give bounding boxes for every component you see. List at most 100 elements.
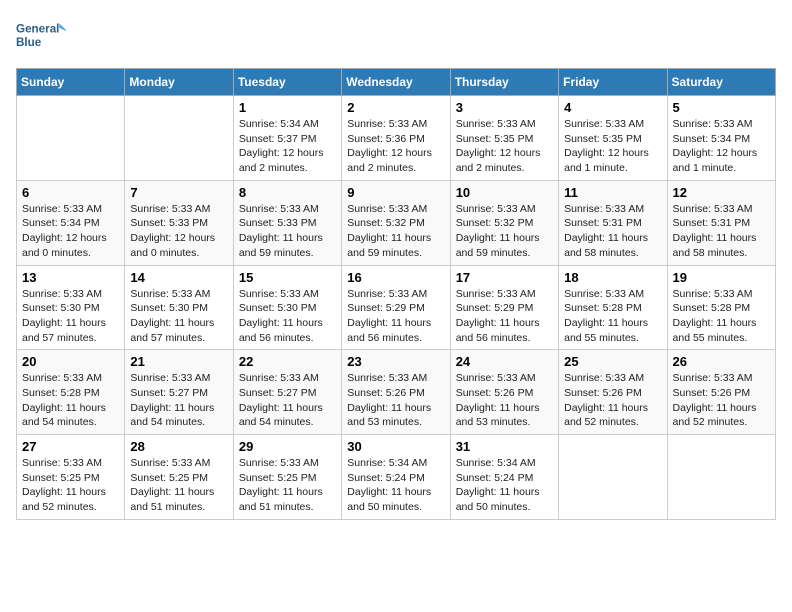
calendar-cell: 8Sunrise: 5:33 AM Sunset: 5:33 PM Daylig…	[233, 180, 341, 265]
header-saturday: Saturday	[667, 69, 775, 96]
day-detail: Sunrise: 5:33 AM Sunset: 5:28 PM Dayligh…	[22, 371, 119, 430]
day-number: 11	[564, 185, 661, 200]
day-detail: Sunrise: 5:33 AM Sunset: 5:30 PM Dayligh…	[22, 287, 119, 346]
header-row: SundayMondayTuesdayWednesdayThursdayFrid…	[17, 69, 776, 96]
calendar-cell: 20 Sunrise: 5:33 AM Sunset: 5:28 PM Dayli…	[17, 350, 125, 435]
day-number: 20	[22, 354, 119, 369]
day-detail: Sunrise: 5:33 AM Sunset: 5:26 PM Dayligh…	[564, 371, 661, 430]
calendar-cell: 1 Sunrise: 5:34 AM Sunset: 5:37 PM Daylig…	[233, 96, 341, 181]
page-header: General Blue	[16, 16, 776, 56]
week-row-3: 13 Sunrise: 5:33 AM Sunset: 5:30 PM Dayli…	[17, 265, 776, 350]
calendar-cell	[559, 435, 667, 520]
day-detail: Sunrise: 5:33 AM Sunset: 5:25 PM Dayligh…	[130, 456, 227, 515]
day-number: 19	[673, 270, 770, 285]
day-number: 3	[456, 100, 553, 115]
day-detail: Sunrise: 5:33 AM Sunset: 5:30 PM Dayligh…	[239, 287, 336, 346]
header-friday: Friday	[559, 69, 667, 96]
calendar-cell: 7 Sunrise: 5:33 AM Sunset: 5:33 PM Daylig…	[125, 180, 233, 265]
day-number: 17	[456, 270, 553, 285]
day-number: 1	[239, 100, 336, 115]
header-thursday: Thursday	[450, 69, 558, 96]
calendar-cell: 15 Sunrise: 5:33 AM Sunset: 5:30 PM Dayli…	[233, 265, 341, 350]
day-number: 27	[22, 439, 119, 454]
calendar-cell: 5 Sunrise: 5:33 AM Sunset: 5:34 PM Daylig…	[667, 96, 775, 181]
day-detail: Sunrise: 5:33 AM Sunset: 5:26 PM Dayligh…	[347, 371, 444, 430]
day-number: 23	[347, 354, 444, 369]
day-detail: Sunrise: 5:33 AM Sunset: 5:36 PM Dayligh…	[347, 117, 444, 176]
calendar-cell	[125, 96, 233, 181]
day-detail: Sunrise: 5:33 AM Sunset: 5:26 PM Dayligh…	[673, 371, 770, 430]
day-number: 28	[130, 439, 227, 454]
day-number: 4	[564, 100, 661, 115]
logo: General Blue	[16, 16, 66, 56]
header-monday: Monday	[125, 69, 233, 96]
day-number: 10	[456, 185, 553, 200]
day-number: 25	[564, 354, 661, 369]
calendar-cell: 22 Sunrise: 5:33 AM Sunset: 5:27 PM Dayli…	[233, 350, 341, 435]
svg-text:General: General	[16, 23, 59, 36]
week-row-2: 6Sunrise: 5:33 AM Sunset: 5:34 PM Daylig…	[17, 180, 776, 265]
day-detail: Sunrise: 5:33 AM Sunset: 5:29 PM Dayligh…	[456, 287, 553, 346]
calendar-cell: 26Sunrise: 5:33 AM Sunset: 5:26 PM Dayli…	[667, 350, 775, 435]
day-detail: Sunrise: 5:33 AM Sunset: 5:25 PM Dayligh…	[22, 456, 119, 515]
calendar-cell: 17 Sunrise: 5:33 AM Sunset: 5:29 PM Dayli…	[450, 265, 558, 350]
calendar-cell: 16 Sunrise: 5:33 AM Sunset: 5:29 PM Dayli…	[342, 265, 450, 350]
calendar-cell: 13 Sunrise: 5:33 AM Sunset: 5:30 PM Dayli…	[17, 265, 125, 350]
week-row-5: 27 Sunrise: 5:33 AM Sunset: 5:25 PM Dayli…	[17, 435, 776, 520]
calendar-cell: 30 Sunrise: 5:34 AM Sunset: 5:24 PM Dayli…	[342, 435, 450, 520]
day-detail: Sunrise: 5:34 AM Sunset: 5:24 PM Dayligh…	[347, 456, 444, 515]
day-detail: Sunrise: 5:33 AM Sunset: 5:27 PM Dayligh…	[239, 371, 336, 430]
calendar-cell: 9 Sunrise: 5:33 AM Sunset: 5:32 PM Daylig…	[342, 180, 450, 265]
day-number: 13	[22, 270, 119, 285]
day-detail: Sunrise: 5:33 AM Sunset: 5:31 PM Dayligh…	[564, 202, 661, 261]
header-wednesday: Wednesday	[342, 69, 450, 96]
calendar-cell: 21 Sunrise: 5:33 AM Sunset: 5:27 PM Dayli…	[125, 350, 233, 435]
calendar-cell	[667, 435, 775, 520]
day-detail: Sunrise: 5:33 AM Sunset: 5:28 PM Dayligh…	[673, 287, 770, 346]
calendar-cell: 14 Sunrise: 5:33 AM Sunset: 5:30 PM Dayli…	[125, 265, 233, 350]
svg-text:Blue: Blue	[16, 36, 42, 49]
header-tuesday: Tuesday	[233, 69, 341, 96]
day-detail: Sunrise: 5:33 AM Sunset: 5:32 PM Dayligh…	[347, 202, 444, 261]
day-number: 6	[22, 185, 119, 200]
day-number: 21	[130, 354, 227, 369]
calendar-cell: 24Sunrise: 5:33 AM Sunset: 5:26 PM Dayli…	[450, 350, 558, 435]
day-number: 2	[347, 100, 444, 115]
calendar-cell: 4Sunrise: 5:33 AM Sunset: 5:35 PM Daylig…	[559, 96, 667, 181]
calendar-cell: 28 Sunrise: 5:33 AM Sunset: 5:25 PM Dayli…	[125, 435, 233, 520]
day-number: 31	[456, 439, 553, 454]
header-sunday: Sunday	[17, 69, 125, 96]
calendar-cell: 23 Sunrise: 5:33 AM Sunset: 5:26 PM Dayli…	[342, 350, 450, 435]
day-number: 7	[130, 185, 227, 200]
day-detail: Sunrise: 5:34 AM Sunset: 5:37 PM Dayligh…	[239, 117, 336, 176]
day-detail: Sunrise: 5:33 AM Sunset: 5:34 PM Dayligh…	[673, 117, 770, 176]
day-detail: Sunrise: 5:33 AM Sunset: 5:33 PM Dayligh…	[130, 202, 227, 261]
day-number: 15	[239, 270, 336, 285]
calendar-cell: 27 Sunrise: 5:33 AM Sunset: 5:25 PM Dayli…	[17, 435, 125, 520]
calendar-cell	[17, 96, 125, 181]
day-detail: Sunrise: 5:34 AM Sunset: 5:24 PM Dayligh…	[456, 456, 553, 515]
day-number: 29	[239, 439, 336, 454]
day-detail: Sunrise: 5:33 AM Sunset: 5:25 PM Dayligh…	[239, 456, 336, 515]
day-detail: Sunrise: 5:33 AM Sunset: 5:27 PM Dayligh…	[130, 371, 227, 430]
calendar-cell: 31 Sunrise: 5:34 AM Sunset: 5:24 PM Dayli…	[450, 435, 558, 520]
day-detail: Sunrise: 5:33 AM Sunset: 5:33 PM Dayligh…	[239, 202, 336, 261]
day-number: 30	[347, 439, 444, 454]
day-number: 14	[130, 270, 227, 285]
day-number: 22	[239, 354, 336, 369]
calendar-cell: 6Sunrise: 5:33 AM Sunset: 5:34 PM Daylig…	[17, 180, 125, 265]
day-number: 9	[347, 185, 444, 200]
logo-svg: General Blue	[16, 16, 66, 56]
day-detail: Sunrise: 5:33 AM Sunset: 5:29 PM Dayligh…	[347, 287, 444, 346]
day-detail: Sunrise: 5:33 AM Sunset: 5:32 PM Dayligh…	[456, 202, 553, 261]
day-number: 5	[673, 100, 770, 115]
calendar-cell: 11 Sunrise: 5:33 AM Sunset: 5:31 PM Dayli…	[559, 180, 667, 265]
day-number: 16	[347, 270, 444, 285]
calendar-cell: 12 Sunrise: 5:33 AM Sunset: 5:31 PM Dayli…	[667, 180, 775, 265]
day-number: 12	[673, 185, 770, 200]
day-number: 24	[456, 354, 553, 369]
day-detail: Sunrise: 5:33 AM Sunset: 5:31 PM Dayligh…	[673, 202, 770, 261]
calendar-cell: 19 Sunrise: 5:33 AM Sunset: 5:28 PM Dayli…	[667, 265, 775, 350]
day-number: 18	[564, 270, 661, 285]
day-detail: Sunrise: 5:33 AM Sunset: 5:30 PM Dayligh…	[130, 287, 227, 346]
